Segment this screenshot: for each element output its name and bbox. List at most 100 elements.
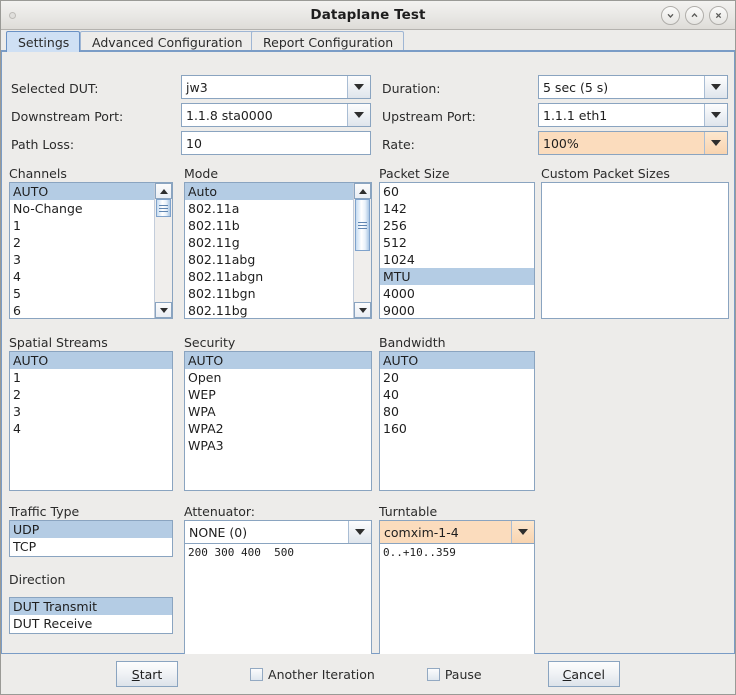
list-item[interactable]: WEP bbox=[185, 386, 371, 403]
turntable-combo[interactable]: comxim-1-4 bbox=[379, 520, 535, 544]
list-item[interactable]: 142 bbox=[380, 200, 534, 217]
upstream-port-combo[interactable]: 1.1.1 eth1 bbox=[538, 103, 728, 127]
list-item[interactable]: 1024 bbox=[380, 251, 534, 268]
chevron-down-icon[interactable] bbox=[512, 521, 534, 543]
turntable-value: comxim-1-4 bbox=[380, 521, 512, 543]
security-listbox[interactable]: AUTO Open WEP WPA WPA2 WPA3 bbox=[184, 351, 372, 491]
mode-listbox[interactable]: Auto 802.11a 802.11b 802.11g 802.11abg 8… bbox=[184, 182, 372, 319]
list-item[interactable]: 60 bbox=[380, 183, 534, 200]
list-item[interactable]: AUTO bbox=[380, 352, 534, 369]
list-item[interactable]: TCP bbox=[10, 538, 172, 555]
bandwidth-listbox[interactable]: AUTO 20 40 80 160 bbox=[379, 351, 535, 491]
downstream-port-combo[interactable]: 1.1.8 sta0000 bbox=[181, 103, 371, 127]
chevron-down-icon[interactable] bbox=[348, 76, 370, 98]
direction-listbox[interactable]: DUT Transmit DUT Receive bbox=[9, 597, 173, 634]
scroll-down-button[interactable] bbox=[155, 302, 172, 318]
selected-dut-combo[interactable]: jw3 bbox=[181, 75, 371, 99]
mode-scrollbar[interactable] bbox=[353, 183, 371, 318]
tab-report-configuration[interactable]: Report Configuration bbox=[251, 31, 405, 52]
chevron-down-icon[interactable] bbox=[705, 132, 727, 154]
list-item[interactable]: WPA2 bbox=[185, 420, 371, 437]
another-iteration-checkbox[interactable]: Another Iteration bbox=[250, 667, 375, 682]
scroll-up-button[interactable] bbox=[354, 183, 371, 199]
checkbox-box[interactable] bbox=[426, 667, 440, 681]
duration-combo[interactable]: 5 sec (5 s) bbox=[538, 75, 728, 99]
scroll-track[interactable] bbox=[354, 199, 371, 302]
list-item[interactable]: AUTO bbox=[10, 352, 172, 369]
rate-combo[interactable]: 100% bbox=[538, 131, 728, 155]
traffic-type-items: UDP TCP bbox=[10, 521, 172, 556]
list-item[interactable]: 802.11abgn bbox=[185, 268, 353, 285]
cancel-button[interactable]: Cancel bbox=[547, 661, 620, 687]
grip-icon bbox=[358, 220, 367, 231]
list-item[interactable]: UDP bbox=[10, 521, 172, 538]
chevron-down-icon[interactable] bbox=[348, 104, 370, 126]
list-item[interactable]: 256 bbox=[380, 217, 534, 234]
list-item[interactable]: 802.11b bbox=[185, 217, 353, 234]
list-item[interactable]: 4 bbox=[10, 420, 172, 437]
pause-checkbox[interactable]: Pause bbox=[426, 667, 482, 682]
list-item[interactable]: AUTO bbox=[185, 352, 371, 369]
tab-advanced-configuration[interactable]: Advanced Configuration bbox=[80, 31, 254, 52]
packet-size-listbox[interactable]: 60 142 256 512 1024 MTU 4000 9000 bbox=[379, 182, 535, 319]
traffic-type-listbox[interactable]: UDP TCP bbox=[9, 520, 173, 557]
chevron-down-icon[interactable] bbox=[349, 521, 371, 543]
list-item[interactable]: 2 bbox=[10, 234, 154, 251]
list-item[interactable]: 512 bbox=[380, 234, 534, 251]
channels-scrollbar[interactable] bbox=[154, 183, 172, 318]
list-item[interactable]: WPA3 bbox=[185, 437, 371, 454]
close-button[interactable] bbox=[709, 6, 728, 25]
list-item[interactable]: Auto bbox=[185, 183, 353, 200]
list-item[interactable]: 802.11g bbox=[185, 234, 353, 251]
custom-packet-sizes-listbox[interactable] bbox=[541, 182, 729, 319]
tab-advanced-configuration-label: Advanced Configuration bbox=[92, 34, 243, 50]
list-item[interactable]: 4000 bbox=[380, 285, 534, 302]
start-button[interactable]: Start bbox=[116, 661, 179, 687]
list-item[interactable]: 3 bbox=[10, 251, 154, 268]
grip-icon bbox=[159, 203, 168, 214]
scroll-thumb[interactable] bbox=[355, 199, 370, 251]
attenuator-combo[interactable]: NONE (0) bbox=[184, 520, 372, 544]
checkbox-box[interactable] bbox=[250, 667, 264, 681]
list-item[interactable]: 40 bbox=[380, 386, 534, 403]
scroll-up-button[interactable] bbox=[155, 183, 172, 199]
path-loss-input[interactable]: 10 bbox=[181, 131, 371, 155]
list-item[interactable]: 9000 bbox=[380, 302, 534, 318]
window-menu-icon[interactable] bbox=[9, 12, 16, 19]
list-item[interactable]: No-Change bbox=[10, 200, 154, 217]
list-item[interactable]: 802.11a bbox=[185, 200, 353, 217]
list-item[interactable]: WPA bbox=[185, 403, 371, 420]
list-item[interactable]: DUT Receive bbox=[10, 615, 172, 632]
list-item[interactable]: 6 bbox=[10, 302, 154, 318]
list-item[interactable]: 80 bbox=[380, 403, 534, 420]
list-item[interactable]: 20 bbox=[380, 369, 534, 386]
list-item[interactable]: DUT Transmit bbox=[10, 598, 172, 615]
list-item[interactable]: 1 bbox=[10, 217, 154, 234]
attenuator-values-textarea[interactable]: 200 300 400 500 bbox=[184, 543, 372, 669]
list-item[interactable]: 1 bbox=[10, 369, 172, 386]
list-item[interactable]: 802.11bg bbox=[185, 302, 353, 318]
chevron-down-icon[interactable] bbox=[705, 104, 727, 126]
path-loss-label: Path Loss: bbox=[11, 137, 75, 152]
tab-settings[interactable]: Settings bbox=[6, 31, 81, 52]
list-item[interactable]: MTU bbox=[380, 268, 534, 285]
list-item[interactable]: AUTO bbox=[10, 183, 154, 200]
list-item[interactable]: 802.11abg bbox=[185, 251, 353, 268]
spatial-streams-listbox[interactable]: AUTO 1 2 3 4 bbox=[9, 351, 173, 491]
list-item[interactable]: 802.11bgn bbox=[185, 285, 353, 302]
turntable-values-textarea[interactable]: 0..+10..359 bbox=[379, 543, 535, 669]
list-item[interactable]: 160 bbox=[380, 420, 534, 437]
channels-listbox[interactable]: AUTO No-Change 1 2 3 4 5 6 bbox=[9, 182, 173, 319]
list-item[interactable]: 5 bbox=[10, 285, 154, 302]
attenuator-label: Attenuator: bbox=[184, 504, 256, 519]
list-item[interactable]: Open bbox=[185, 369, 371, 386]
list-item[interactable]: 4 bbox=[10, 268, 154, 285]
scroll-down-button[interactable] bbox=[354, 302, 371, 318]
scroll-thumb[interactable] bbox=[156, 199, 171, 217]
scroll-track[interactable] bbox=[155, 199, 172, 302]
minimize-button[interactable] bbox=[661, 6, 680, 25]
maximize-button[interactable] bbox=[685, 6, 704, 25]
chevron-down-icon[interactable] bbox=[705, 76, 727, 98]
list-item[interactable]: 2 bbox=[10, 386, 172, 403]
list-item[interactable]: 3 bbox=[10, 403, 172, 420]
